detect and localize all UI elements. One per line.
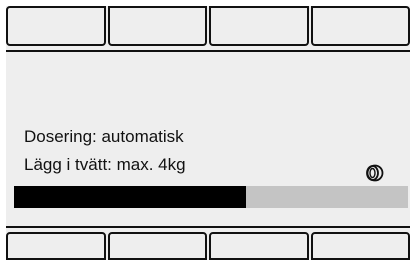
load-text: Lägg i tvätt: max. 4kg [24,155,186,174]
progress-fill [14,186,247,208]
bottom-softkey-2[interactable] [107,232,207,260]
bottom-softkey-1[interactable] [6,232,106,260]
status-panel: Dosering: automatisk Lägg i tvätt: max. … [6,50,410,228]
bottom-softkey-3[interactable] [209,232,309,260]
bottom-softkey-4[interactable] [310,232,410,260]
display-screen: Dosering: automatisk Lägg i tvätt: max. … [6,6,410,260]
dosing-text: Dosering: automatisk [24,127,184,146]
top-softkey-1[interactable] [6,6,106,46]
top-softkey-2[interactable] [107,6,207,46]
bottom-softkey-row [6,232,410,260]
top-softkey-row [6,6,410,46]
top-softkey-3[interactable] [209,6,309,46]
drum-icon [366,164,384,182]
progress-bar [14,186,408,208]
top-softkey-4[interactable] [310,6,410,46]
